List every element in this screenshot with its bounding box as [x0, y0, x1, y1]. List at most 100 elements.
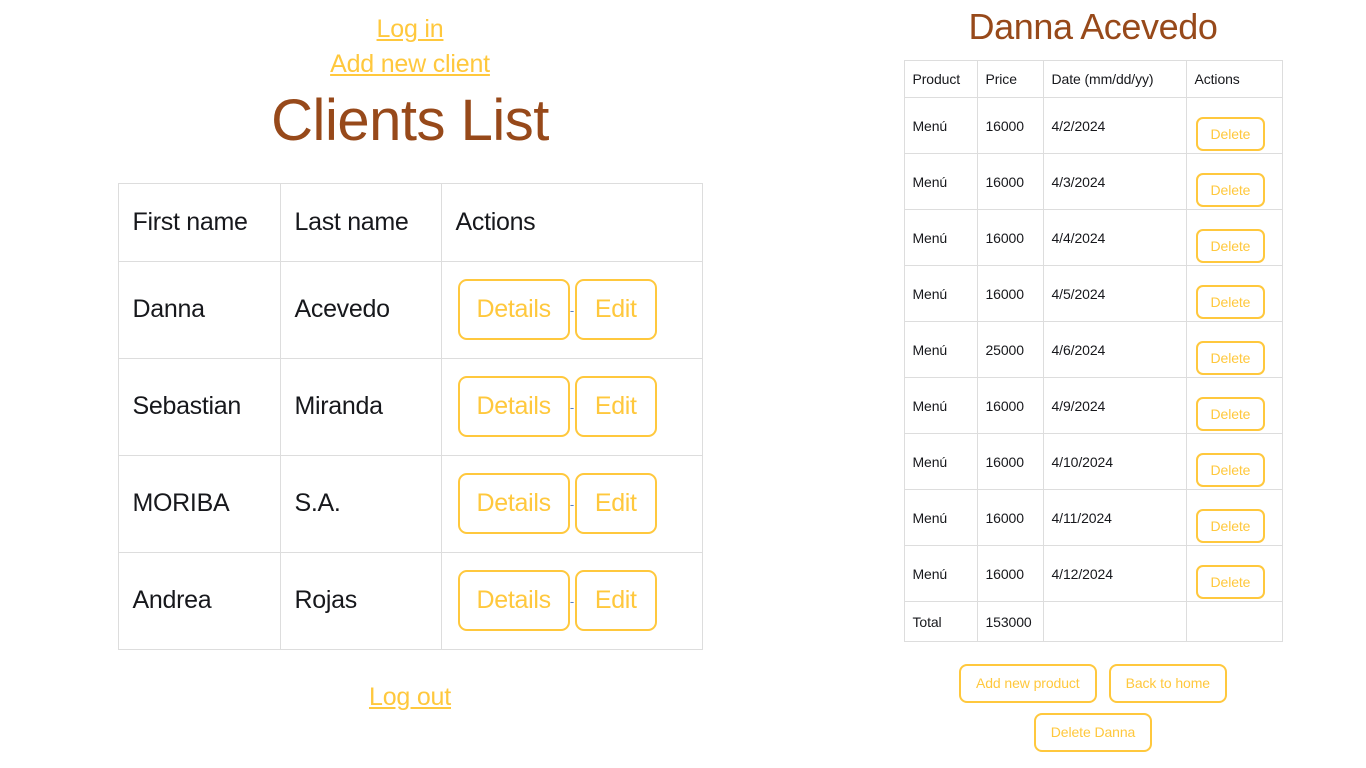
log-in-link[interactable]: Log in [0, 12, 820, 47]
delete-product-button[interactable]: Delete [1195, 397, 1266, 432]
delete-product-button[interactable]: Delete [1195, 285, 1266, 320]
table-row: Menú 16000 4/9/2024 Delete [903, 377, 1283, 435]
total-row: Total 153000 [903, 601, 1283, 643]
delete-product-button[interactable]: Delete [1195, 117, 1266, 152]
cell-actions: Delete [1185, 489, 1283, 547]
column-header-date: Date (mm/dd/yy) [1042, 60, 1187, 99]
cell-product: Menú [903, 377, 978, 435]
details-button[interactable]: Details [457, 279, 570, 341]
delete-product-button[interactable]: Delete [1195, 173, 1266, 208]
table-row: Menú 16000 4/11/2024 Delete [903, 489, 1283, 547]
delete-product-button[interactable]: Delete [1195, 565, 1266, 600]
table-row: Danna Acevedo Details - Edit [117, 260, 703, 359]
table-row: Menú 25000 4/6/2024 Delete [903, 321, 1283, 379]
column-header-price: Price [976, 60, 1044, 99]
edit-button[interactable]: Edit [574, 376, 657, 438]
cell-price: 16000 [976, 153, 1044, 211]
details-button[interactable]: Details [457, 473, 570, 535]
edit-button[interactable]: Edit [574, 473, 657, 535]
footer-actions: Add new product Back to home Delete Danna [820, 664, 1366, 752]
table-row: MORIBA S.A. Details - Edit [117, 454, 703, 553]
cell-actions: Details - Edit [440, 260, 703, 359]
clients-table: First name Last name Actions Danna Aceve… [117, 182, 703, 650]
cell-price: 16000 [976, 209, 1044, 267]
table-row: Menú 16000 4/12/2024 Delete [903, 545, 1283, 603]
delete-product-button[interactable]: Delete [1195, 509, 1266, 544]
cell-total-value: 153000 [976, 601, 1044, 643]
products-table-body: Menú 16000 4/2/2024 Delete Menú 16000 4/… [903, 97, 1283, 643]
cell-date: 4/6/2024 [1042, 321, 1187, 379]
cell-product: Menú [903, 433, 978, 491]
add-new-product-button[interactable]: Add new product [959, 664, 1097, 703]
page-title: Clients List [271, 88, 549, 153]
products-table: Product Price Date (mm/dd/yy) Actions Me… [903, 60, 1283, 643]
column-header-product: Product [903, 60, 978, 99]
cell-first-name: Andrea [117, 551, 281, 650]
cell-actions: Details - Edit [440, 454, 703, 553]
cell-price: 16000 [976, 265, 1044, 323]
cell-price: 16000 [976, 433, 1044, 491]
table-row: Menú 16000 4/3/2024 Delete [903, 153, 1283, 211]
cell-product: Menú [903, 545, 978, 603]
column-header-first-name: First name [117, 182, 281, 262]
cell-actions: Details - Edit [440, 551, 703, 650]
table-row: Menú 16000 4/2/2024 Delete [903, 97, 1283, 155]
cell-product: Menú [903, 209, 978, 267]
column-header-actions: Actions [440, 182, 703, 262]
cell-actions: Delete [1185, 545, 1283, 603]
cell-price: 25000 [976, 321, 1044, 379]
delete-client-button[interactable]: Delete Danna [1033, 712, 1153, 752]
cell-date: 4/3/2024 [1042, 153, 1187, 211]
cell-product: Menú [903, 153, 978, 211]
cell-product: Menú [903, 489, 978, 547]
products-table-header-row: Product Price Date (mm/dd/yy) Actions [903, 60, 1283, 99]
edit-button[interactable]: Edit [574, 570, 657, 632]
cell-price: 16000 [976, 377, 1044, 435]
cell-first-name: Sebastian [117, 357, 281, 456]
cell-price: 16000 [976, 97, 1044, 155]
cell-date: 4/11/2024 [1042, 489, 1187, 547]
cell-last-name: Acevedo [279, 260, 442, 359]
details-button[interactable]: Details [457, 570, 570, 632]
cell-price: 16000 [976, 489, 1044, 547]
footer-actions-row-secondary: Delete Danna [820, 712, 1366, 752]
client-name-heading: Danna Acevedo [968, 6, 1218, 47]
cell-product: Menú [903, 97, 978, 155]
table-row: Andrea Rojas Details - Edit [117, 551, 703, 650]
cell-last-name: S.A. [279, 454, 442, 553]
cell-total-date [1042, 601, 1187, 643]
table-row: Menú 16000 4/10/2024 Delete [903, 433, 1283, 491]
delete-product-button[interactable]: Delete [1195, 229, 1266, 264]
cell-date: 4/12/2024 [1042, 545, 1187, 603]
cell-last-name: Miranda [279, 357, 442, 456]
cell-actions: Delete [1185, 321, 1283, 379]
cell-last-name: Rojas [279, 551, 442, 650]
delete-product-button[interactable]: Delete [1195, 453, 1266, 488]
cell-date: 4/9/2024 [1042, 377, 1187, 435]
cell-product: Menú [903, 265, 978, 323]
back-to-home-button[interactable]: Back to home [1108, 664, 1227, 703]
app-root: Log in Add new client Clients List First… [0, 0, 1366, 768]
details-button[interactable]: Details [457, 376, 570, 438]
cell-actions: Details - Edit [440, 357, 703, 456]
cell-actions: Delete [1185, 153, 1283, 211]
footer-actions-row-primary: Add new product Back to home [820, 664, 1366, 703]
column-header-actions: Actions [1185, 60, 1283, 99]
cell-price: 16000 [976, 545, 1044, 603]
cell-actions: Delete [1185, 433, 1283, 491]
clients-table-head: First name Last name Actions [117, 182, 703, 262]
products-table-head: Product Price Date (mm/dd/yy) Actions [903, 60, 1283, 99]
clients-table-header-row: First name Last name Actions [117, 182, 703, 262]
table-row: Sebastian Miranda Details - Edit [117, 357, 703, 456]
clients-list-panel: Log in Add new client Clients List First… [0, 0, 820, 768]
cell-date: 4/10/2024 [1042, 433, 1187, 491]
edit-button[interactable]: Edit [574, 279, 657, 341]
column-header-last-name: Last name [279, 182, 442, 262]
clients-table-body: Danna Acevedo Details - Edit Sebastian Mir… [117, 260, 703, 650]
log-out-link[interactable]: Log out [369, 683, 451, 711]
add-new-client-link[interactable]: Add new client [0, 47, 820, 82]
delete-product-button[interactable]: Delete [1195, 341, 1266, 376]
cell-actions: Delete [1185, 377, 1283, 435]
cell-date: 4/2/2024 [1042, 97, 1187, 155]
table-row: Menú 16000 4/4/2024 Delete [903, 209, 1283, 267]
